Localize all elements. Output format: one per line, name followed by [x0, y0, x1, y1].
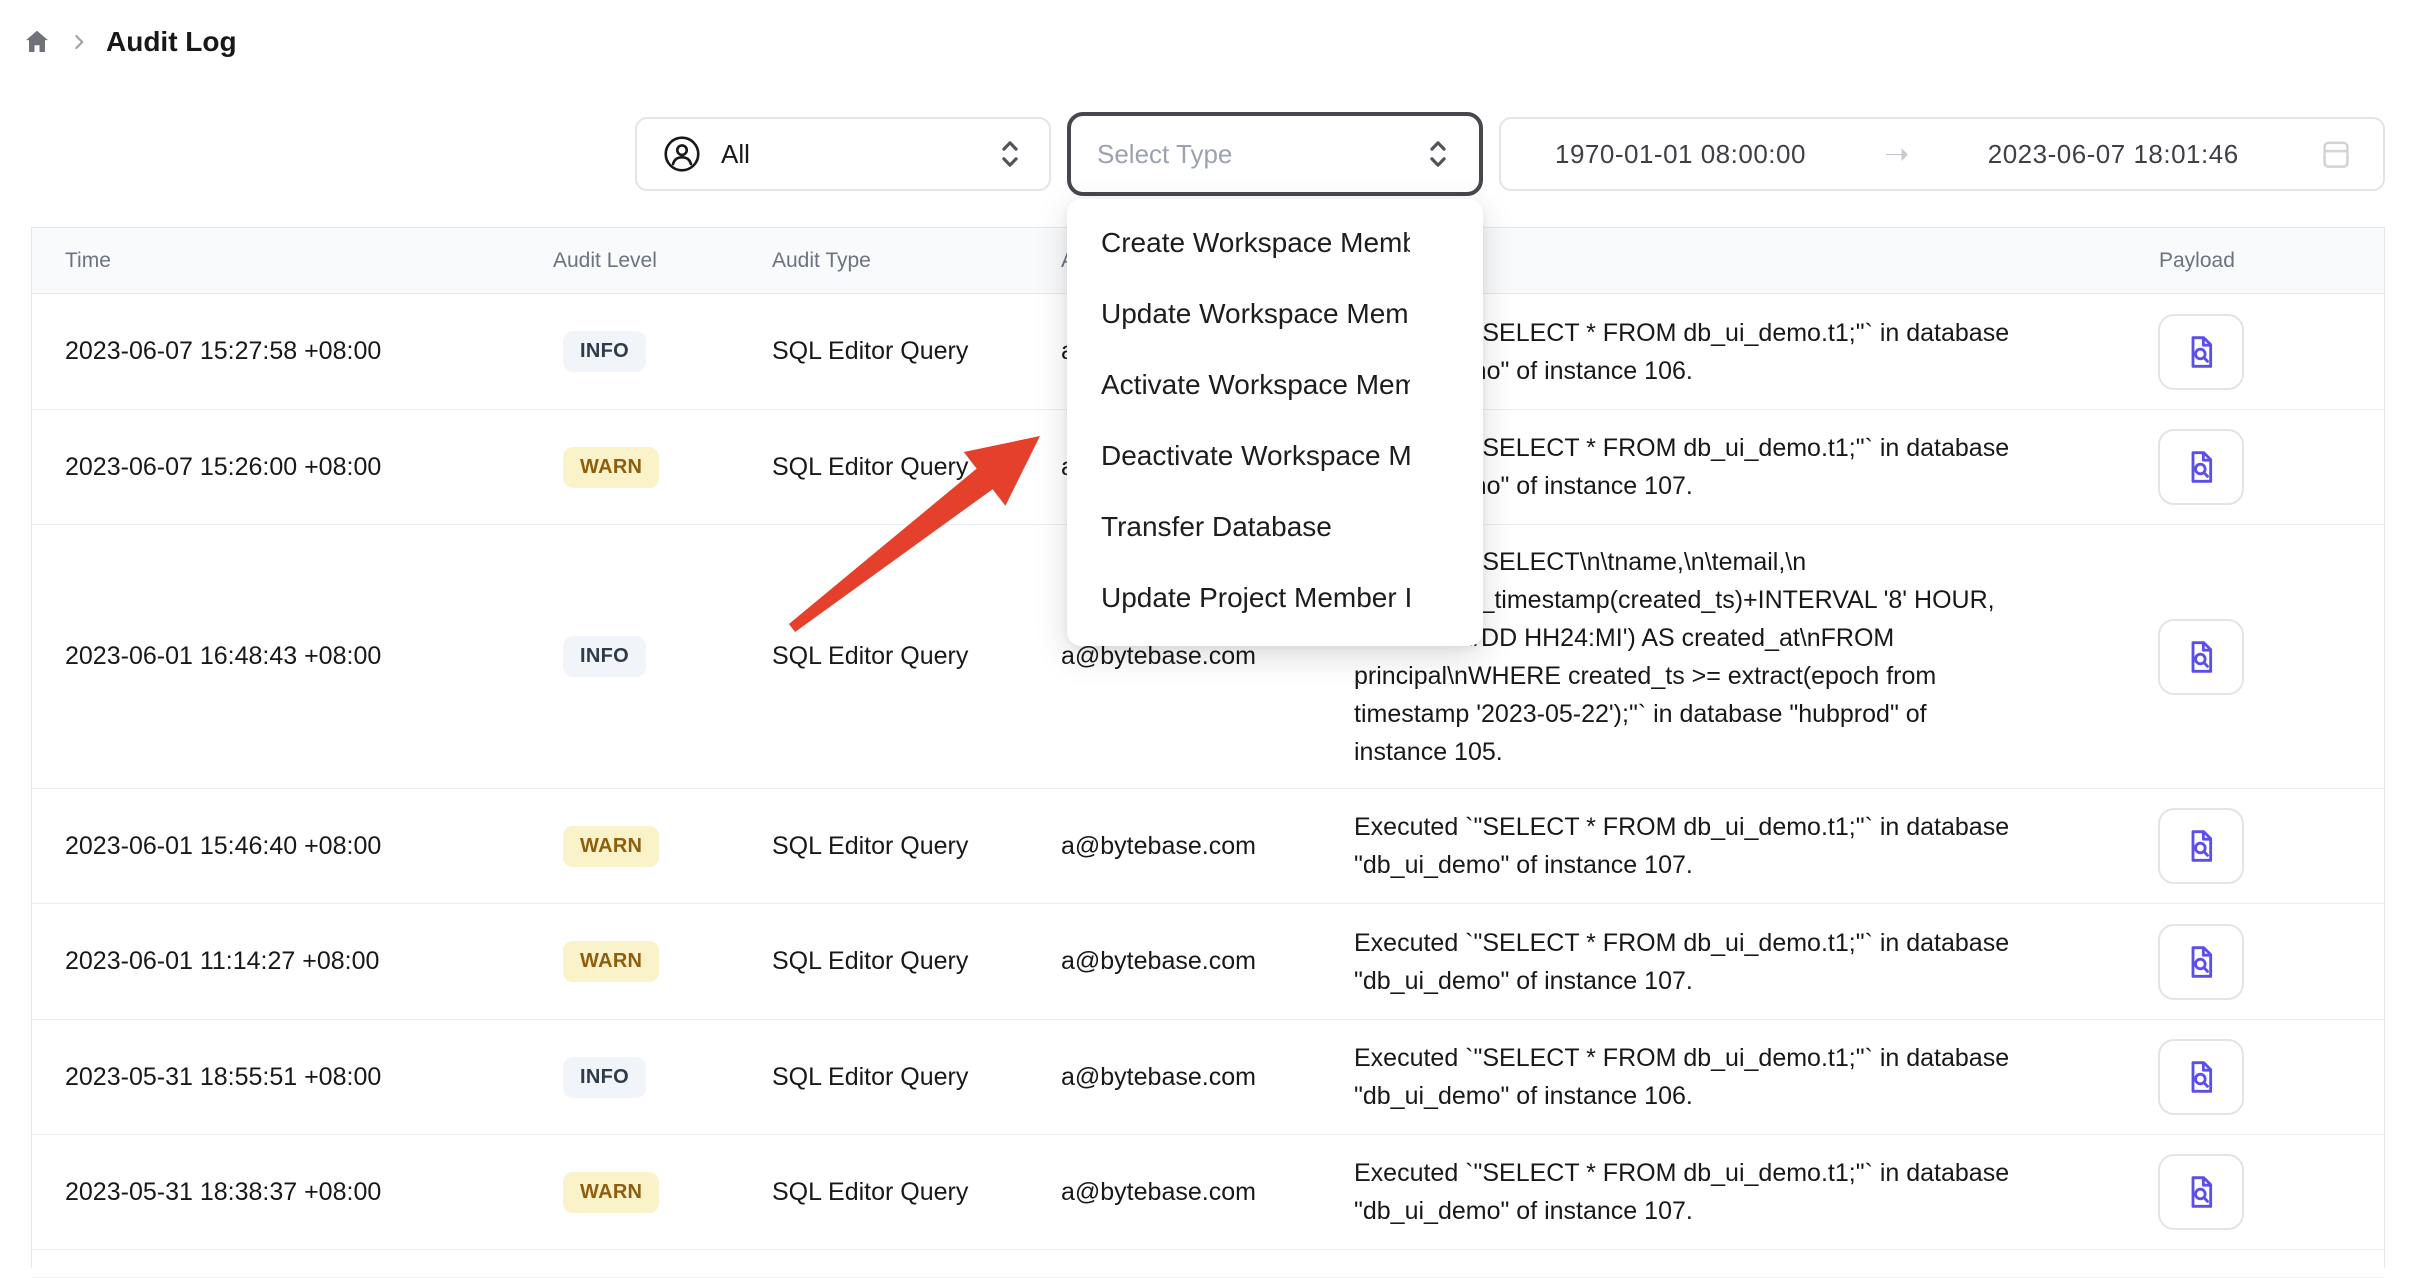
- dropdown-option[interactable]: Transfer Database: [1067, 491, 1410, 562]
- home-icon[interactable]: [22, 27, 52, 57]
- file-search-icon: [2181, 447, 2221, 487]
- audit-level-badge: WARN: [563, 1172, 659, 1213]
- payload-view-button[interactable]: [2158, 429, 2244, 505]
- payload-view-button[interactable]: [2158, 808, 2244, 884]
- time-cell: 2023-05-31 18:55:51 +08:00: [65, 1020, 381, 1134]
- file-search-icon: [2181, 332, 2221, 372]
- file-search-icon: [2181, 1057, 2221, 1097]
- dropdown-option[interactable]: Deactivate Workspace M: [1067, 420, 1410, 491]
- arrow-right-icon: ➝: [1884, 137, 1909, 172]
- comment-cell: Executed `"SELECT * FROM db_ui_demo.t1;"…: [1354, 1020, 2102, 1134]
- file-search-icon: [2181, 1172, 2221, 1212]
- table-row-partial: [32, 1250, 2384, 1278]
- time-cell: 2023-05-31 18:38:37 +08:00: [65, 1135, 381, 1249]
- audit-level-badge: INFO: [563, 1057, 646, 1098]
- time-cell: 2023-06-01 11:14:27 +08:00: [65, 904, 379, 1019]
- date-range-end[interactable]: 2023-06-07 18:01:46: [1988, 139, 2239, 170]
- time-cell: 2023-06-01 15:46:40 +08:00: [65, 789, 381, 903]
- audit-level-badge: WARN: [563, 447, 659, 488]
- time-cell: 2023-06-01 16:48:43 +08:00: [65, 525, 381, 788]
- dropdown-option[interactable]: Create Workspace Memb: [1067, 207, 1410, 278]
- user-icon: [661, 133, 703, 175]
- header-payload: Payload: [2159, 228, 2235, 293]
- header-audit-level: Audit Level: [553, 228, 657, 293]
- table-row: 2023-05-31 18:55:51 +08:00 INFO SQL Edit…: [32, 1020, 2384, 1135]
- comment-cell: Executed `"SELECT * FROM db_ui_demo.t1;"…: [1354, 904, 2102, 1019]
- audit-type-cell: SQL Editor Query: [772, 789, 968, 903]
- audit-level-badge: WARN: [563, 826, 659, 867]
- table-row: 2023-06-01 11:14:27 +08:00 WARN SQL Edit…: [32, 904, 2384, 1020]
- payload-view-button[interactable]: [2158, 1154, 2244, 1230]
- actor-cell: a@bytebase.com: [1061, 1135, 1256, 1249]
- breadcrumb: Audit Log: [22, 26, 237, 58]
- dropdown-option[interactable]: Update Project Member I: [1067, 562, 1410, 633]
- payload-view-button[interactable]: [2158, 1039, 2244, 1115]
- header-audit-type: Audit Type: [772, 228, 871, 293]
- audit-type-cell: SQL Editor Query: [772, 1135, 968, 1249]
- comment-cell: Executed `"SELECT * FROM db_ui_demo.t1;"…: [1354, 789, 2102, 903]
- payload-view-button[interactable]: [2158, 619, 2244, 695]
- actor-cell: a@bytebase.com: [1061, 789, 1256, 903]
- file-search-icon: [2181, 826, 2221, 866]
- dropdown-option[interactable]: Update Workspace Memb: [1067, 278, 1410, 349]
- file-search-icon: [2181, 942, 2221, 982]
- select-chevrons-icon: [995, 137, 1025, 171]
- type-filter-placeholder: Select Type: [1097, 139, 1232, 170]
- table-row: 2023-06-01 15:46:40 +08:00 WARN SQL Edit…: [32, 789, 2384, 904]
- actor-filter-value: All: [721, 139, 750, 170]
- actor-filter-select[interactable]: All: [635, 117, 1051, 191]
- dropdown-option[interactable]: Activate Workspace Mem: [1067, 349, 1410, 420]
- file-search-icon: [2181, 637, 2221, 677]
- audit-type-filter-select[interactable]: Select Type: [1067, 112, 1483, 196]
- date-range-start[interactable]: 1970-01-01 08:00:00: [1555, 139, 1806, 170]
- payload-view-button[interactable]: [2158, 314, 2244, 390]
- payload-view-button[interactable]: [2158, 924, 2244, 1000]
- breadcrumb-separator-icon: [66, 29, 92, 55]
- audit-level-badge: WARN: [563, 941, 659, 982]
- calendar-icon: [2317, 135, 2355, 173]
- comment-cell: Executed `"SELECT * FROM db_ui_demo.t1;"…: [1354, 1135, 2102, 1249]
- header-time: Time: [65, 228, 111, 293]
- table-row: 2023-05-31 18:38:37 +08:00 WARN SQL Edit…: [32, 1135, 2384, 1250]
- select-chevrons-icon: [1423, 137, 1453, 171]
- annotation-arrow: [760, 420, 1060, 650]
- audit-level-badge: INFO: [563, 331, 646, 372]
- time-cell: 2023-06-07 15:26:00 +08:00: [65, 410, 381, 524]
- type-filter-dropdown-menu: Create Workspace Memb Update Workspace M…: [1067, 199, 1483, 646]
- audit-level-badge: INFO: [563, 636, 646, 677]
- audit-type-cell: SQL Editor Query: [772, 1020, 968, 1134]
- date-range-picker[interactable]: 1970-01-01 08:00:00 ➝ 2023-06-07 18:01:4…: [1499, 117, 2385, 191]
- time-cell: 2023-06-07 15:27:58 +08:00: [65, 294, 381, 409]
- actor-cell: a@bytebase.com: [1061, 1020, 1256, 1134]
- actor-cell: a@bytebase.com: [1061, 904, 1256, 1019]
- audit-type-cell: SQL Editor Query: [772, 904, 968, 1019]
- audit-type-cell: SQL Editor Query: [772, 294, 968, 409]
- page-title: Audit Log: [106, 26, 237, 58]
